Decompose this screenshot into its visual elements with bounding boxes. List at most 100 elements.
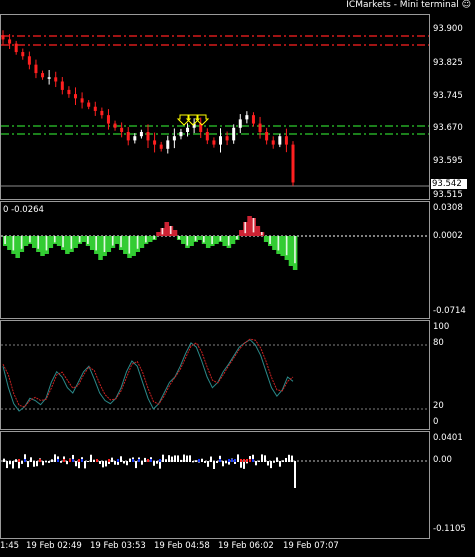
indicator3-bar: [42, 461, 44, 466]
time-label: 1:45: [0, 541, 20, 551]
indicator3-bar: [213, 461, 215, 469]
indicator3-bar: [156, 461, 158, 464]
price-tick: 93.825: [433, 58, 463, 68]
candle-body: [67, 89, 71, 95]
indicator3-bar: [165, 459, 167, 462]
indicator3-bar: [177, 455, 179, 462]
indicator3-bar: [192, 461, 194, 463]
indicator3-bar: [171, 456, 173, 462]
indicator3-mark: [81, 459, 83, 462]
indicator3-bar: [102, 461, 104, 468]
histogram-bar-highlight: [161, 228, 164, 235]
indicator2-svg: [1, 338, 429, 412]
indicator3-mark: [198, 459, 200, 462]
histogram-bar: [98, 236, 103, 260]
histogram-bar-highlight: [178, 236, 180, 240]
time-label: 19 Feb 06:02: [218, 541, 274, 551]
indicator3-bar: [12, 461, 14, 469]
histogram-bar: [288, 236, 294, 266]
indicator1-plot-area[interactable]: 0 -0.0264: [0, 201, 430, 319]
candle-body: [153, 140, 157, 145]
histogram-bar: [214, 236, 219, 244]
indicator3-bar: [144, 457, 146, 462]
indicator3-bar: [279, 461, 281, 467]
indicator3-bar: [9, 461, 11, 465]
indicator2-tick: 20: [433, 401, 444, 411]
candle-body: [47, 77, 51, 79]
indicator1-pane[interactable]: 0 -0.0264 0.0308 0.0002 -0.0714: [0, 201, 475, 319]
indicator3-bar: [195, 460, 197, 462]
indicator3-mark: [72, 459, 74, 462]
candle-body: [80, 98, 84, 103]
indicator3-bar: [288, 454, 290, 462]
candle-body: [172, 136, 176, 141]
candle-body: [232, 127, 236, 141]
main-plot-area[interactable]: [0, 14, 430, 200]
indicator2-tick: 80: [433, 338, 444, 348]
histogram-bar: [172, 230, 178, 236]
indicator3-mark: [96, 459, 98, 462]
histogram-bar-highlight: [227, 236, 230, 246]
indicator1-tick: -0.0714: [433, 306, 466, 316]
candle-body: [291, 144, 295, 183]
histogram-bar: [131, 236, 136, 256]
histogram-bar: [48, 236, 54, 248]
price-tick: 93.595: [433, 156, 463, 166]
indicator3-bar: [93, 459, 95, 462]
indicator3-mark: [234, 459, 236, 462]
indicator3-mark: [219, 459, 221, 462]
indicator3-mark: [147, 459, 149, 462]
indicator3-mark: [249, 459, 251, 462]
histogram-bar-highlight: [120, 236, 122, 248]
histogram-bar: [255, 226, 261, 236]
histogram-bar-highlight: [103, 236, 106, 252]
indicator3-bar: [261, 454, 263, 462]
histogram-bar-highlight: [186, 236, 189, 246]
main-chart-pane[interactable]: 93.900 93.825 93.745 93.670 93.595 93.54…: [0, 14, 475, 200]
indicator3-bar: [264, 455, 266, 462]
indicator2-pane[interactable]: 100 80 20 0: [0, 320, 475, 430]
indicator3-bar: [153, 461, 155, 466]
histogram-bar: [272, 236, 277, 250]
candle-body: [126, 131, 130, 141]
histogram-bar: [222, 236, 228, 246]
current-price-tag: 93.542: [431, 179, 467, 189]
indicator3-bar: [111, 457, 113, 462]
histogram-bar-highlight: [4, 236, 6, 244]
indicator3-mark: [78, 459, 80, 462]
candle-body: [251, 115, 255, 124]
candle-body: [21, 52, 25, 57]
indicator3-bar: [204, 461, 206, 463]
candle-body: [41, 73, 45, 78]
indicator3-bar: [186, 455, 188, 462]
candle-body: [133, 136, 137, 141]
indicator3-bar: [273, 461, 275, 463]
indicator3-plot-area[interactable]: [0, 431, 430, 539]
indicator3-bar: [120, 456, 122, 462]
candle-body: [100, 110, 104, 116]
indicator3-mark: [246, 459, 248, 462]
candle-body: [212, 140, 216, 145]
histogram-bar-highlight: [260, 232, 263, 236]
indicator3-tick: 0.0401: [433, 433, 463, 443]
indicator3-bar: [3, 458, 5, 462]
histogram-bar: [114, 236, 120, 244]
indicator3-mark: [228, 459, 230, 462]
price-tick: 93.515: [433, 190, 463, 200]
main-price-scale: 93.900 93.825 93.745 93.670 93.595 93.54…: [430, 14, 475, 200]
time-label: 19 Feb 07:07: [283, 541, 339, 551]
indicator3-bar: [183, 454, 185, 462]
candle-body: [14, 43, 18, 53]
indicator3-bar: [21, 461, 23, 464]
indicator3-bar: [18, 461, 20, 469]
indicator3-bar: [180, 459, 182, 462]
histogram-bar-highlight: [136, 236, 139, 249]
indicator2-plot-area[interactable]: [0, 320, 430, 430]
price-tick: 93.745: [433, 91, 463, 101]
candle-body: [146, 131, 150, 141]
indicator3-bar: [78, 461, 80, 469]
indicator3-pane[interactable]: 0.0401 0.00 -0.1105: [0, 431, 475, 539]
smiley-icon[interactable]: ☺: [462, 0, 471, 10]
indicator3-bar: [285, 457, 287, 462]
indicator3-bar: [210, 456, 212, 462]
